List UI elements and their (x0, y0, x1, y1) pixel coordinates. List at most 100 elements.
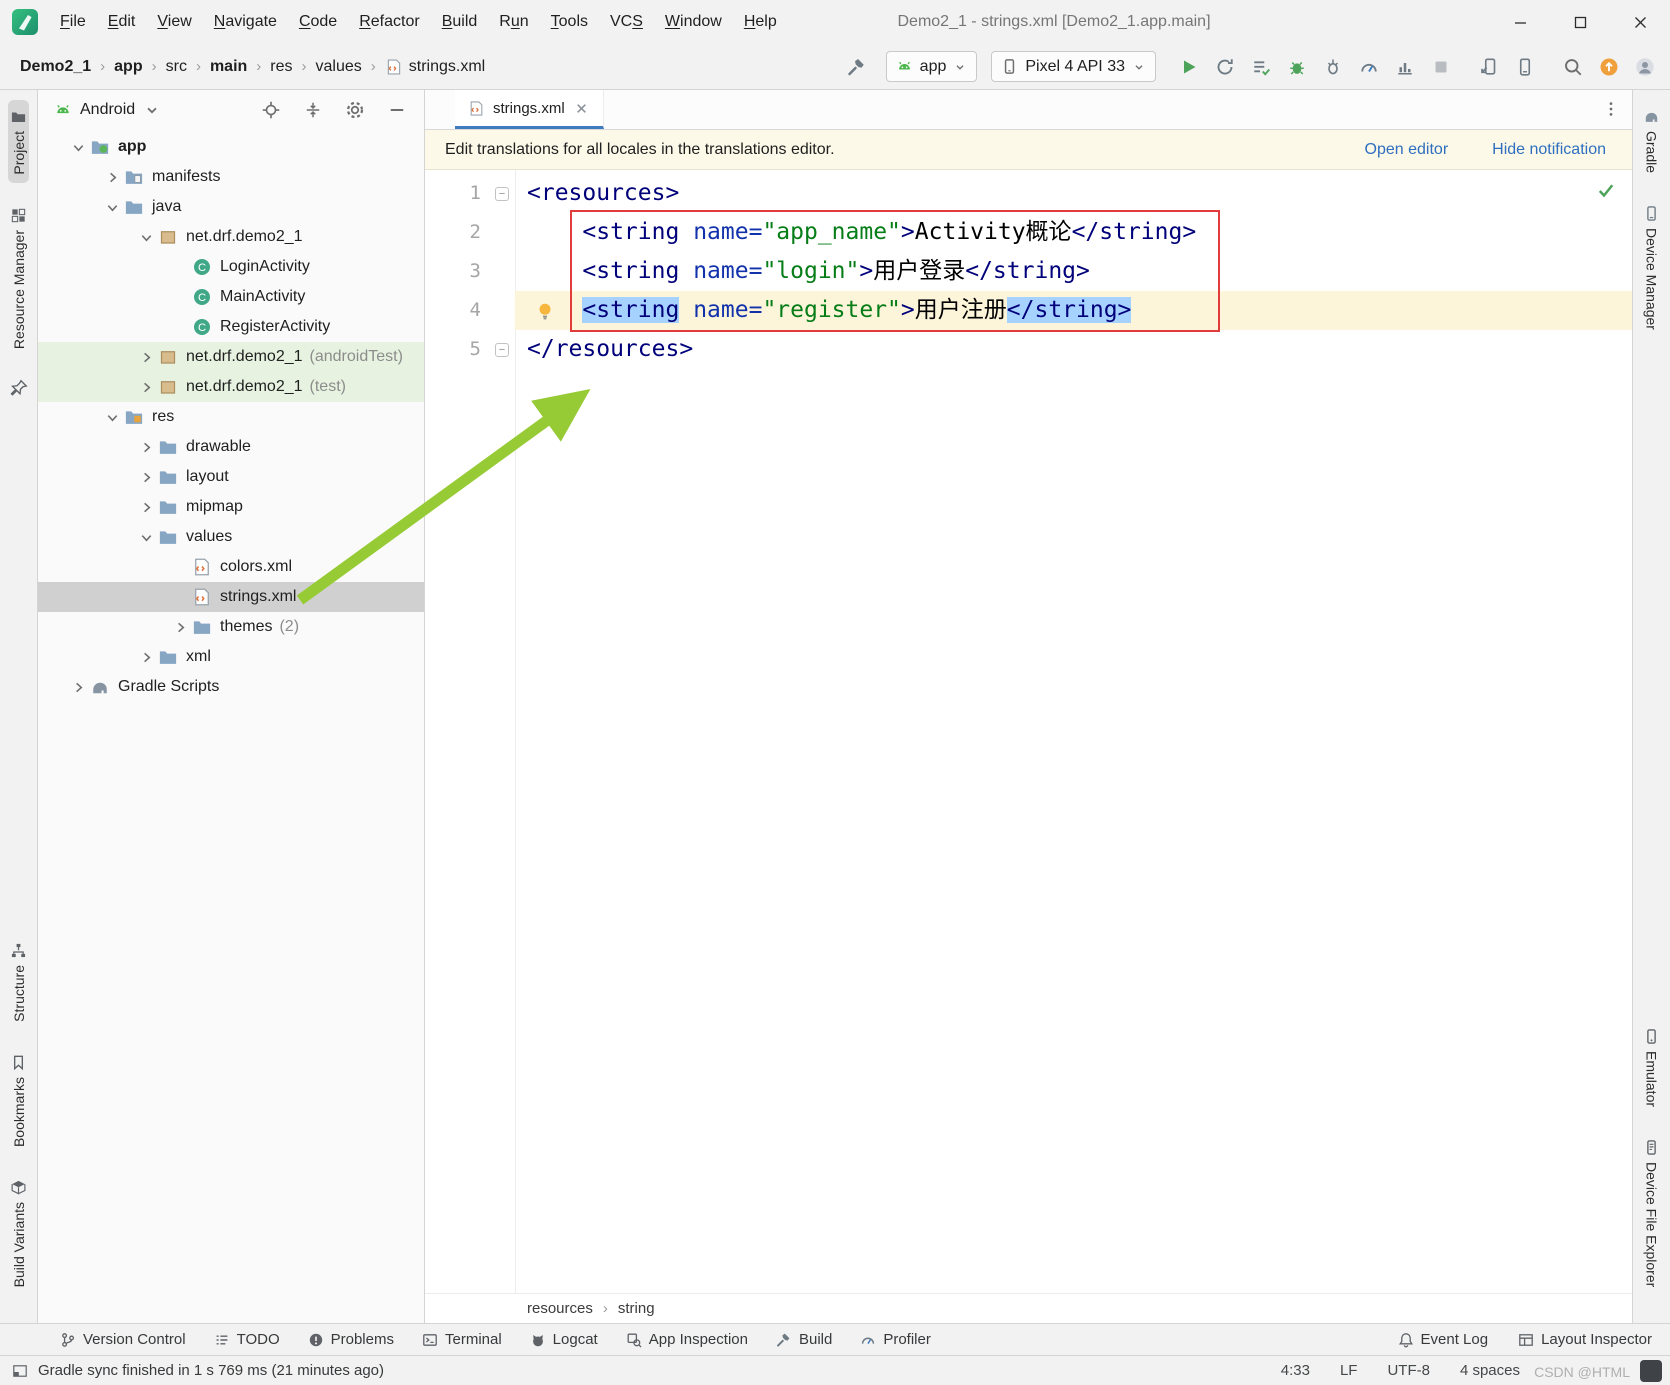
more-options-icon[interactable] (1602, 100, 1620, 118)
device-mirror-button[interactable] (1474, 52, 1504, 82)
tree-item-app[interactable]: app (38, 132, 424, 162)
locate-button[interactable] (256, 95, 286, 125)
toolwindow-logcat[interactable]: Logcat (530, 1331, 598, 1348)
toolwindow-version-control[interactable]: Version Control (60, 1331, 186, 1348)
open-editor-link[interactable]: Open editor (1365, 141, 1449, 159)
updates-button[interactable] (1594, 52, 1624, 82)
menu-file[interactable]: File (50, 8, 96, 36)
tree-item-net-drf-demo2-1-test[interactable]: net.drf.demo2_1 (test) (38, 372, 424, 402)
tree-item-gradle-scripts[interactable]: Gradle Scripts (38, 672, 424, 702)
menu-tools[interactable]: Tools (541, 8, 598, 36)
menu-vcs[interactable]: VCS (600, 8, 653, 36)
device-selector[interactable]: Pixel 4 API 33 (991, 51, 1156, 82)
toolwindow-profiler[interactable]: Profiler (860, 1331, 931, 1348)
apply-code-changes-button[interactable] (1246, 52, 1276, 82)
profile-app-button[interactable] (1390, 52, 1420, 82)
chevron-right-icon[interactable] (134, 649, 158, 665)
chevron-right-icon[interactable] (100, 169, 124, 185)
attach-debugger-button[interactable] (1318, 52, 1348, 82)
breadcrumb-src[interactable]: src (166, 58, 187, 76)
breadcrumb-values[interactable]: values (316, 58, 362, 76)
editor-breadcrumb-string[interactable]: string (618, 1300, 655, 1317)
editor-breadcrumb-resources[interactable]: resources (527, 1300, 593, 1317)
toolwindow-terminal[interactable]: Terminal (422, 1331, 502, 1348)
stop-button[interactable] (1426, 52, 1456, 82)
breadcrumb-demo2-1[interactable]: Demo2_1 (20, 58, 91, 76)
code-line-2[interactable]: 2 <string name="app_name">Activity概论</st… (425, 213, 1632, 252)
menu-window[interactable]: Window (655, 8, 732, 36)
chevron-right-icon[interactable] (168, 619, 192, 635)
tree-item-layout[interactable]: layout (38, 462, 424, 492)
line-separator[interactable]: LF (1340, 1362, 1358, 1379)
tree-item-java[interactable]: java (38, 192, 424, 222)
menu-code[interactable]: Code (289, 8, 347, 36)
tree-item-strings-xml[interactable]: strings.xml (38, 582, 424, 612)
menu-build[interactable]: Build (432, 8, 488, 36)
tree-item-mipmap[interactable]: mipmap (38, 492, 424, 522)
code-line-5[interactable]: 5− </resources> (425, 330, 1632, 369)
hide-notification-link[interactable]: Hide notification (1492, 141, 1606, 159)
run-button[interactable] (1174, 52, 1204, 82)
tool-stripe-device-file-explorer[interactable]: Device File Explorer (1641, 1131, 1662, 1295)
tool-stripe-resource-manager[interactable]: Resource Manager (8, 199, 29, 357)
fold-marker[interactable]: − (495, 186, 509, 201)
tool-stripe-build-variants[interactable]: Build Variants (8, 1171, 29, 1295)
chevron-right-icon[interactable] (134, 349, 158, 365)
tree-item-values[interactable]: values (38, 522, 424, 552)
chevron-down-icon[interactable] (66, 139, 90, 155)
toolwindow-todo[interactable]: TODO (214, 1331, 280, 1348)
project-view-selector[interactable]: Android (80, 101, 135, 119)
tool-window-toggle-icon[interactable] (12, 1363, 28, 1379)
apply-changes-button[interactable] (1210, 52, 1240, 82)
menu-view[interactable]: View (147, 8, 201, 36)
tree-item-net-drf-demo2-1[interactable]: net.drf.demo2_1 (38, 222, 424, 252)
tree-item-mainactivity[interactable]: C MainActivity (38, 282, 424, 312)
tree-item-net-drf-demo2-1-androidtest[interactable]: net.drf.demo2_1 (androidTest) (38, 342, 424, 372)
tree-item-drawable[interactable]: drawable (38, 432, 424, 462)
code-line-4[interactable]: 4 <string name="register">用户注册</string> (425, 291, 1632, 330)
debug-button[interactable] (1282, 52, 1312, 82)
device-manager-button[interactable] (1510, 52, 1540, 82)
chevron-down-icon[interactable] (134, 529, 158, 545)
toolwindow-problems[interactable]: Problems (308, 1331, 394, 1348)
tool-stripe-gradle[interactable]: Gradle (1641, 100, 1662, 181)
profiler-button[interactable] (1354, 52, 1384, 82)
menu-help[interactable]: Help (734, 8, 787, 36)
fold-marker[interactable]: − (495, 342, 509, 357)
code-line-3[interactable]: 3 <string name="login">用户登录</string> (425, 252, 1632, 291)
chevron-right-icon[interactable] (66, 679, 90, 695)
chevron-right-icon[interactable] (134, 439, 158, 455)
build-project-button[interactable] (842, 52, 872, 82)
close-icon[interactable] (573, 100, 590, 117)
toolwindow-app-inspection[interactable]: App Inspection (626, 1331, 748, 1348)
chevron-down-icon[interactable] (100, 199, 124, 215)
chevron-down-icon[interactable] (134, 229, 158, 245)
menu-navigate[interactable]: Navigate (204, 8, 287, 36)
indent-size[interactable]: 4 spaces (1460, 1362, 1520, 1379)
breadcrumb-res[interactable]: res (270, 58, 292, 76)
tool-stripe-structure[interactable]: Structure (8, 934, 29, 1030)
avatar-button[interactable] (1630, 52, 1660, 82)
hide-button[interactable] (382, 95, 412, 125)
chevron-down-icon[interactable] (143, 101, 161, 119)
editor-tab-strings-xml[interactable]: strings.xml (455, 90, 604, 129)
tree-item-manifests[interactable]: manifests (38, 162, 424, 192)
maximize-button[interactable] (1550, 0, 1610, 44)
collapse-all-button[interactable] (298, 95, 328, 125)
breadcrumb-app[interactable]: app (114, 58, 142, 76)
tool-stripe-emulator[interactable]: Emulator (1641, 1020, 1662, 1115)
tool-stripe-device-manager[interactable]: Device Manager (1641, 197, 1662, 338)
menu-edit[interactable]: Edit (98, 8, 146, 36)
toolwindow-layout-inspector[interactable]: Layout Inspector (1518, 1331, 1652, 1348)
settings-button[interactable] (340, 95, 370, 125)
bookmark-pin-button[interactable] (4, 373, 34, 403)
code-editor[interactable]: 1− <resources> 2 <string name="app_name">A… (425, 170, 1632, 1293)
chevron-right-icon[interactable] (134, 499, 158, 515)
chevron-down-icon[interactable] (100, 409, 124, 425)
tree-item-xml[interactable]: xml (38, 642, 424, 672)
tool-stripe-project[interactable]: Project (8, 100, 29, 183)
tree-item-colors-xml[interactable]: colors.xml (38, 552, 424, 582)
menu-refactor[interactable]: Refactor (349, 8, 429, 36)
tree-item-res[interactable]: res (38, 402, 424, 432)
minimize-button[interactable] (1490, 0, 1550, 44)
